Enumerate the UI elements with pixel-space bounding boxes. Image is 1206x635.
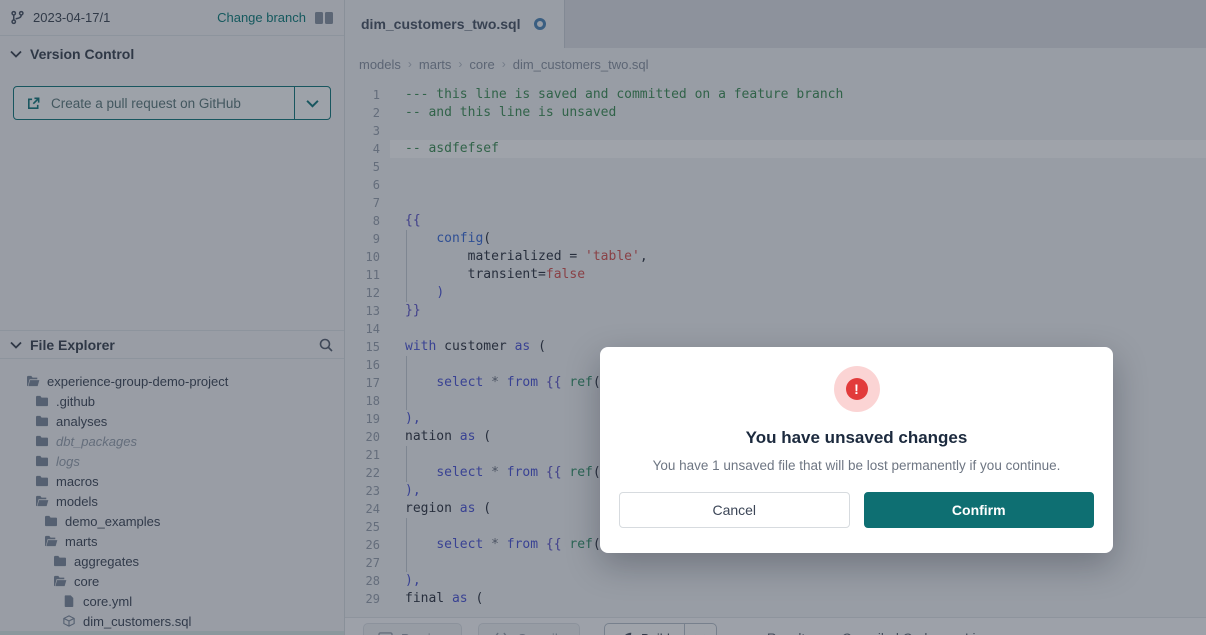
cancel-button[interactable]: Cancel — [619, 492, 850, 528]
modal-actions: Cancel Confirm — [600, 492, 1113, 528]
modal-title: You have unsaved changes — [600, 428, 1113, 448]
modal-message: You have 1 unsaved file that will be los… — [600, 458, 1113, 473]
confirm-button[interactable]: Confirm — [864, 492, 1095, 528]
unsaved-changes-modal: ! You have unsaved changes You have 1 un… — [600, 347, 1113, 553]
alert-exclamation-icon: ! — [846, 378, 868, 400]
alert-badge: ! — [834, 366, 880, 412]
dbt-ide-app: 2023-04-17/1 Change branch Version Contr… — [0, 0, 1206, 635]
